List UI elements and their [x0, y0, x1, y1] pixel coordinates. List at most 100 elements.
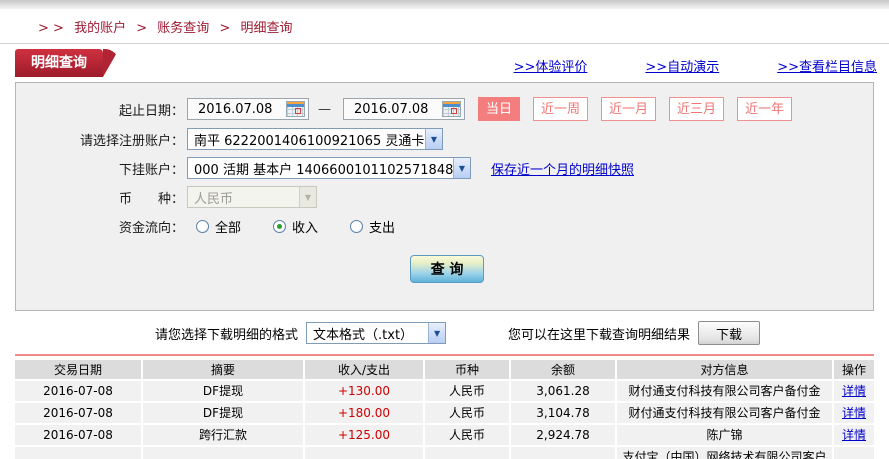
quick-range-today-button[interactable]: 当日	[478, 97, 521, 121]
sub-account-row: 下挂账户： 000 活期 基本户 1406600101102571848 ▼ 保…	[16, 156, 873, 180]
download-hint: 您可以在这里下载查询明细结果	[508, 327, 691, 343]
table-header-row: 交易日期 摘要 收入/支出 币种 余额 对方信息 操作	[15, 360, 874, 379]
fund-flow-row: 资金流向： 全部 收入 支出	[16, 214, 873, 238]
cell-amount: +125.00	[305, 425, 423, 445]
flow-option-expense[interactable]: 支出	[350, 217, 395, 236]
cell-amount: +180.00	[305, 403, 423, 423]
tab-detail-query[interactable]: 明细查询	[15, 49, 119, 77]
flow-option-income-label: 收入	[292, 220, 319, 236]
cell-amount: +1,235.00	[305, 447, 423, 459]
radio-icon[interactable]	[350, 219, 364, 233]
dropdown-arrow-icon: ▼	[428, 323, 446, 343]
cell-currency: 人民币	[425, 381, 509, 401]
detail-link[interactable]: 详情	[842, 428, 866, 442]
cell-counterparty: 财付通支付科技有限公司客户备付金	[617, 381, 832, 401]
sub-account-value: 000 活期 基本户 1406600101102571848	[194, 162, 453, 178]
radio-icon[interactable]	[196, 219, 209, 233]
tab-row: 明细查询 >>体验评价 >>自动演示 >>查看栏目信息	[0, 49, 889, 81]
table-top-divider	[15, 354, 874, 356]
col-header-balance: 余额	[511, 360, 615, 379]
quick-range-month-button[interactable]: 近一月	[601, 97, 657, 121]
col-header-currency: 币种	[425, 360, 509, 379]
breadcrumb-item-detail-query[interactable]: 明细查询	[240, 21, 292, 36]
cell-date: 2016-07-08	[15, 403, 141, 423]
link-experience-rating[interactable]: >>体验评价	[514, 56, 588, 75]
calendar-icon[interactable]	[286, 101, 305, 117]
breadcrumb-item-my-account[interactable]: 我的账户	[74, 21, 126, 36]
quick-range-quarter-button[interactable]: 近三月	[669, 97, 725, 121]
download-button[interactable]: 下载	[698, 321, 761, 345]
dropdown-arrow-icon: ▼	[299, 187, 316, 207]
table-row: 2016-07-08 DF提现 +130.00 人民币 3,061.28 财付通…	[15, 381, 874, 401]
cell-summary: DF提现	[143, 403, 303, 423]
date-range-row: 起止日期： 2016.07.08 — 2016.07.08 当日 近一周 近一月…	[16, 96, 873, 122]
download-row: 请您选择下载明细的格式 文本格式（.txt） ▼ 您可以在这里下载查询明细结果 …	[155, 320, 889, 346]
date-range-label: 起止日期：	[118, 103, 184, 119]
date-to-input[interactable]: 2016.07.08	[343, 98, 465, 120]
breadcrumb-prefix: > >	[38, 21, 64, 36]
cell-balance: 3,061.28	[511, 381, 615, 401]
cell-summary: 陈广锦支付宝	[143, 447, 303, 459]
col-header-summary: 摘要	[143, 360, 303, 379]
cell-counterparty: 财付通支付科技有限公司客户备付金	[617, 403, 832, 423]
link-auto-demo[interactable]: >>自动演示	[645, 56, 719, 75]
col-header-amount: 收入/支出	[305, 360, 423, 379]
registered-account-select[interactable]: 南平 6222001406100921065 灵通卡 ▼	[187, 128, 443, 150]
detail-link[interactable]: 详情	[842, 384, 866, 398]
currency-label: 币 种：	[118, 191, 184, 207]
breadcrumb-item-account-query[interactable]: 账务查询	[157, 21, 209, 36]
flow-option-expense-label: 支出	[369, 220, 396, 236]
cell-balance: 2,799.78	[511, 447, 615, 459]
cell-balance: 2,924.78	[511, 425, 615, 445]
sub-account-select[interactable]: 000 活期 基本户 1406600101102571848 ▼	[187, 157, 471, 179]
quick-range-week-button[interactable]: 近一周	[533, 97, 589, 121]
fund-flow-label: 资金流向：	[118, 220, 184, 236]
registered-account-value: 南平 6222001406100921065 灵通卡	[194, 133, 425, 149]
cell-counterparty: 支付宝（中国）网络技术有限公司客户备付金	[617, 447, 832, 459]
flow-option-all-label: 全部	[215, 220, 242, 236]
query-button[interactable]: 查 询	[410, 255, 484, 283]
link-column-info[interactable]: >>查看栏目信息	[777, 56, 877, 75]
dropdown-arrow-icon: ▼	[425, 129, 442, 149]
cell-date: 2016-07-08	[15, 381, 141, 401]
flow-option-all[interactable]: 全部	[196, 217, 241, 236]
cell-summary: 跨行汇款	[143, 425, 303, 445]
date-from-input[interactable]: 2016.07.08	[187, 98, 309, 120]
cell-date: 2016-07-08	[15, 425, 141, 445]
quick-range-year-button[interactable]: 近一年	[737, 97, 793, 121]
col-header-counterparty: 对方信息	[617, 360, 832, 379]
cell-currency: 人民币	[425, 447, 509, 459]
flow-option-income[interactable]: 收入	[273, 217, 318, 236]
table-row: 2016-07-08 DF提现 +180.00 人民币 3,104.78 财付通…	[15, 403, 874, 423]
download-format-select[interactable]: 文本格式（.txt） ▼	[306, 322, 447, 344]
table-row: 2016-07-08 跨行汇款 +125.00 人民币 2,924.78 陈广锦…	[15, 425, 874, 445]
currency-value: 人民币	[194, 191, 234, 207]
cell-currency: 人民币	[425, 403, 509, 423]
window-top-bar	[0, 0, 889, 9]
detail-link[interactable]: 详情	[842, 406, 866, 420]
table-row: 2016-07-08 陈广锦支付宝 +1,235.00 人民币 2,799.78…	[15, 447, 874, 459]
radio-checked-icon[interactable]	[273, 219, 287, 233]
col-header-date: 交易日期	[15, 360, 141, 379]
col-header-action: 操作	[834, 360, 874, 379]
registered-account-row: 请选择注册账户： 南平 6222001406100921065 灵通卡 ▼	[16, 127, 873, 151]
registered-account-label: 请选择注册账户：	[79, 133, 184, 149]
save-snapshot-link[interactable]: 保存近一个月的明细快照	[491, 159, 634, 178]
cell-amount: +130.00	[305, 381, 423, 401]
download-format-value: 文本格式（.txt）	[313, 327, 414, 343]
cell-summary: DF提现	[143, 381, 303, 401]
download-format-label: 请您选择下载明细的格式	[155, 327, 299, 343]
breadcrumb: > > 我的账户 > 账务查询 > 明细查询	[0, 9, 889, 43]
header-links: >>体验评价 >>自动演示 >>查看栏目信息	[514, 56, 877, 75]
date-range-separator: —	[318, 101, 331, 117]
date-to-value: 2016.07.08	[354, 101, 429, 117]
breadcrumb-separator: >	[136, 21, 148, 36]
breadcrumb-divider	[0, 43, 889, 44]
breadcrumb-separator: >	[219, 21, 231, 36]
sub-account-label: 下挂账户：	[118, 162, 184, 178]
cell-counterparty: 陈广锦	[617, 425, 832, 445]
query-form-panel: 起止日期： 2016.07.08 — 2016.07.08 当日 近一周 近一月…	[15, 82, 874, 311]
calendar-icon[interactable]	[442, 101, 461, 117]
cell-currency: 人民币	[425, 425, 509, 445]
dropdown-arrow-icon: ▼	[453, 158, 470, 178]
